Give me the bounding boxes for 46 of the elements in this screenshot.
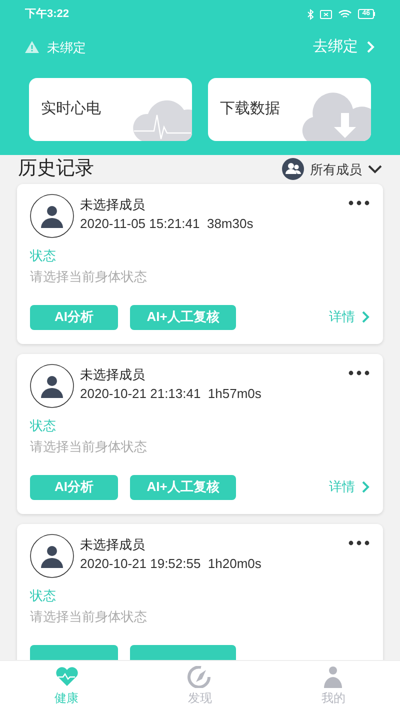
status-hint[interactable]: 请选择当前身体状态 bbox=[30, 437, 147, 456]
member-filter[interactable]: 所有成员 bbox=[282, 158, 382, 180]
tab[interactable]: 健康 bbox=[0, 666, 134, 706]
chevron-right-icon bbox=[361, 481, 370, 493]
avatar-icon bbox=[30, 194, 74, 238]
shortcut-card[interactable]: 实时心电 bbox=[29, 78, 192, 140]
heart-icon bbox=[54, 666, 80, 688]
record-datetime: 2020-10-21 19:52:55 1h20m0s bbox=[80, 554, 262, 572]
section-title: 历史记录 bbox=[18, 157, 94, 181]
more-icon[interactable] bbox=[348, 540, 370, 546]
chevron-right-icon bbox=[361, 311, 370, 323]
status-label: 状态 bbox=[30, 416, 56, 434]
record-datetime: 2020-10-21 21:13:41 1h57m0s bbox=[80, 384, 262, 402]
warning-icon bbox=[25, 41, 39, 54]
status-hint[interactable]: 请选择当前身体状态 bbox=[30, 607, 147, 626]
download-cloud-icon bbox=[301, 90, 371, 140]
member-name: 未选择成员 bbox=[80, 366, 146, 384]
bind-link[interactable]: 去绑定 bbox=[313, 36, 375, 58]
avatar-icon bbox=[30, 534, 74, 578]
more-icon[interactable] bbox=[348, 370, 370, 376]
tab[interactable]: 我的 bbox=[266, 666, 400, 706]
status-time: 下午3:22 bbox=[25, 6, 70, 22]
chevron-right-icon bbox=[366, 41, 375, 54]
status-hint[interactable]: 请选择当前身体状态 bbox=[30, 267, 147, 286]
record-datetime: 2020-11-05 15:21:41 38m30s bbox=[80, 214, 254, 232]
status-label: 状态 bbox=[30, 246, 56, 264]
wifi-icon bbox=[338, 9, 352, 19]
shortcut-card[interactable]: 下载数据 bbox=[208, 78, 371, 140]
tab[interactable]: 发现 bbox=[133, 666, 267, 706]
binding-status: 未绑定 bbox=[47, 38, 86, 56]
member-name: 未选择成员 bbox=[80, 536, 146, 554]
group-icon bbox=[282, 158, 304, 180]
sim-icon bbox=[320, 10, 332, 18]
analysis-button[interactable]: AI+人工复核 bbox=[130, 304, 236, 330]
analysis-button[interactable]: AI分析 bbox=[30, 474, 118, 500]
chevron-down-icon bbox=[368, 164, 382, 174]
member-name: 未选择成员 bbox=[80, 196, 146, 214]
analysis-button[interactable]: AI分析 bbox=[30, 304, 118, 330]
compass-icon bbox=[186, 666, 213, 688]
analysis-button[interactable]: AI+人工复核 bbox=[130, 474, 236, 500]
details-link[interactable]: 详情 bbox=[329, 477, 370, 497]
status-label: 状态 bbox=[30, 586, 56, 604]
avatar-icon bbox=[30, 364, 74, 408]
more-icon[interactable] bbox=[348, 200, 370, 206]
details-link[interactable]: 详情 bbox=[329, 307, 370, 327]
bluetooth-icon bbox=[307, 8, 314, 20]
